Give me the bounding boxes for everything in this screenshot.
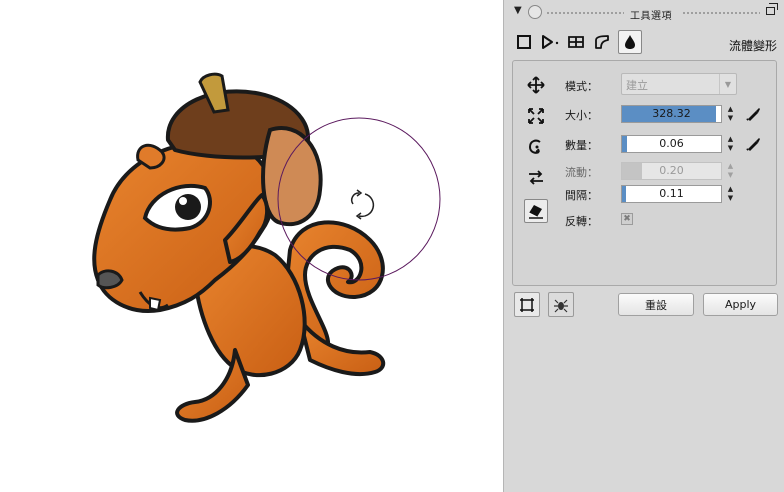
spin-up-icon: ▲	[727, 162, 734, 170]
collapse-arrow-icon[interactable]: ▼	[514, 5, 522, 16]
panel-titlebar: ▼ 工具選項	[504, 0, 784, 26]
flow-label: 流動：	[565, 166, 598, 179]
drawing-canvas[interactable]	[0, 0, 503, 492]
spin-up-icon[interactable]: ▲	[724, 185, 737, 194]
amount-spinner[interactable]: ▲ ▼	[724, 135, 737, 153]
spacing-slider[interactable]: 0.11	[621, 185, 722, 203]
spacing-spinner[interactable]: ▲ ▼	[724, 185, 737, 203]
amount-slider[interactable]: 0.06	[621, 135, 722, 153]
spin-down-icon: ▼	[727, 171, 734, 179]
tool-type-row: 流體變形	[504, 30, 784, 56]
push-icon[interactable]	[524, 73, 548, 97]
spin-down-icon[interactable]: ▼	[724, 194, 737, 203]
size-spinner[interactable]: ▲ ▼	[724, 105, 737, 123]
chevron-down-icon[interactable]: ▼	[719, 74, 736, 94]
title-grip-dots-right	[682, 11, 760, 15]
spin-down-icon[interactable]: ▼	[724, 114, 737, 123]
liquify-options-group: 模式： 建立 ▼ 大小： 328.32 ▲ ▼ 數量： 0.06 ▲ ▼ 流動： 0…	[512, 60, 777, 286]
spacing-label: 間隔：	[565, 189, 598, 202]
panel-grip-icon[interactable]	[528, 5, 542, 19]
reset-button[interactable]: 重設	[618, 293, 694, 316]
eraser-icon[interactable]	[524, 199, 548, 223]
transform-tool-icon[interactable]	[564, 30, 588, 54]
size-label: 大小：	[565, 109, 598, 122]
amount-value: 0.06	[659, 137, 684, 150]
liquify-tool-icon[interactable]	[618, 30, 642, 54]
amount-label: 數量：	[565, 139, 598, 152]
tool-name: 流體變形	[728, 39, 777, 53]
flow-value: 0.20	[659, 164, 684, 177]
squirrel-artwork	[92, 72, 441, 423]
mode-label: 模式：	[565, 80, 598, 93]
expand-icon[interactable]	[524, 104, 548, 128]
pen-pressure-icon[interactable]	[745, 106, 761, 122]
warp-tool-icon[interactable]	[590, 30, 614, 54]
invert-label: 反轉：	[565, 215, 598, 228]
rect-select-tool-icon[interactable]	[512, 30, 536, 54]
tool-options-panel: ▼ 工具選項 流體變形 模式： 建立 ▼ 大小： 328.32 ▲ ▼ 數量： …	[503, 0, 784, 492]
lasso-tool-icon[interactable]	[538, 30, 562, 54]
invert-checkbox[interactable]: ✖	[621, 213, 633, 225]
panel-title: 工具選項	[630, 11, 672, 22]
mode-value: 建立	[626, 79, 648, 92]
spider-icon[interactable]	[548, 292, 574, 317]
size-value: 328.32	[652, 107, 691, 120]
flow-spinner: ▲ ▼	[724, 162, 737, 180]
pen-pressure-icon[interactable]	[745, 136, 761, 152]
apply-button[interactable]: Apply	[703, 293, 778, 316]
spacing-value: 0.11	[659, 187, 684, 200]
pinch-icon[interactable]	[524, 166, 548, 190]
crop-frame-icon[interactable]	[514, 292, 540, 317]
size-slider[interactable]: 328.32	[621, 105, 722, 123]
title-grip-dots	[546, 11, 624, 15]
spin-up-icon[interactable]: ▲	[724, 135, 737, 144]
flow-slider: 0.20	[621, 162, 722, 180]
spin-up-icon[interactable]: ▲	[724, 105, 737, 114]
twirl-icon[interactable]	[524, 135, 548, 159]
mode-select[interactable]: 建立 ▼	[621, 73, 737, 95]
spin-down-icon[interactable]: ▼	[724, 144, 737, 153]
bottom-button-row: 重設 Apply	[512, 292, 778, 320]
float-window-icon[interactable]	[766, 3, 778, 15]
